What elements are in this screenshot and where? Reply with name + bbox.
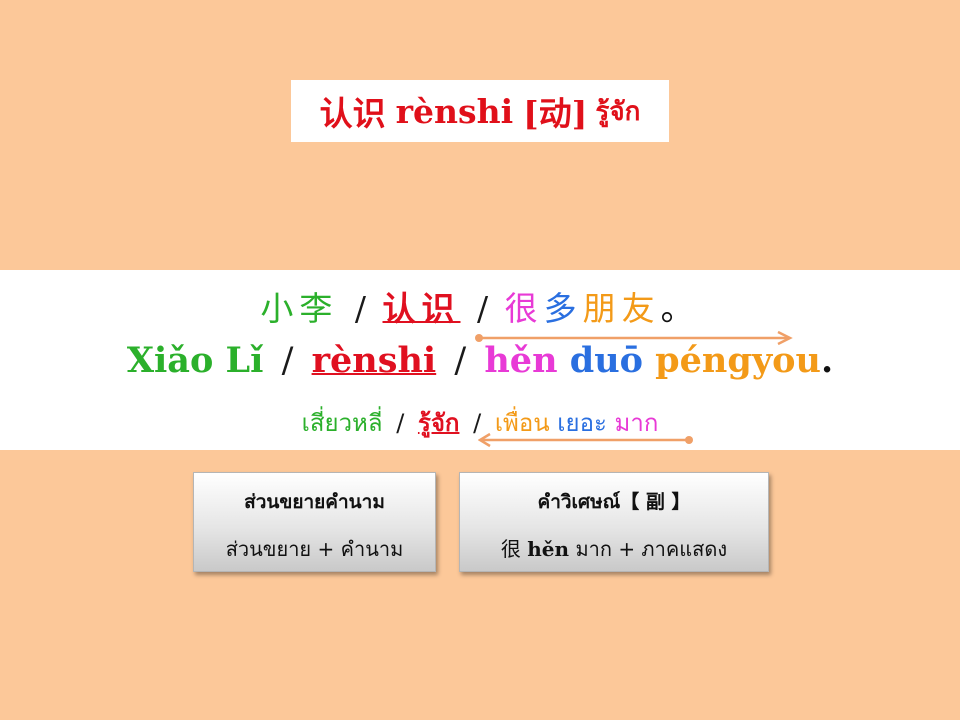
chinese-period: 。 (660, 289, 700, 328)
card-body: ส่วนขยาย + คำนาม (225, 537, 404, 561)
separator: / (396, 409, 405, 437)
card-body-rest: มาก + ภาคแสดง (575, 537, 728, 561)
title-box: 认识 rènshi [动] รู้จัก (291, 80, 669, 142)
chinese-modifier: 多 (543, 289, 583, 328)
card-body-hanzi: 很 (500, 537, 521, 561)
thai-subject: เสี่ยวหลี่ (301, 409, 383, 437)
card-heading: ส่วนขยายคำนาม (244, 491, 385, 513)
chinese-verb: 认识 (382, 289, 461, 328)
noun-modifier-card: ส่วนขยายคำนาม ส่วนขยาย + คำนาม (193, 472, 436, 572)
chinese-noun: 朋友 (582, 289, 661, 328)
separator: / (354, 289, 366, 328)
separator: / (454, 341, 467, 381)
separator: / (477, 289, 489, 328)
pinyin-sentence: Xiǎo Lǐ / rènshi / hěn duō péngyou. (0, 340, 960, 381)
card-body: 很 hěn มาก + ภาคแสดง (460, 533, 768, 565)
title-hanzi: 认识 (319, 94, 386, 133)
chinese-adverb: 很 (504, 289, 544, 328)
pinyin-subject: Xiǎo Lǐ (126, 340, 264, 381)
pinyin-modifier: duō (569, 340, 643, 381)
pinyin-period: . (820, 340, 834, 381)
arrow-end-dot (685, 436, 693, 444)
chinese-subject: 小李 (260, 289, 339, 328)
pinyin-verb: rènshi (311, 340, 437, 381)
pinyin-noun: péngyou (655, 340, 821, 381)
separator: / (281, 341, 294, 381)
chinese-sentence: 小李 / 认识 / 很多朋友。 (0, 282, 960, 330)
adverb-card: คำวิเศษณ์【 副 】 很 hěn มาก + ภาคแสดง (459, 472, 769, 572)
title-part-of-speech: [动] (523, 94, 588, 133)
card-heading: คำวิเศษณ์【 副 】 (537, 491, 691, 513)
pinyin-adverb: hěn (484, 340, 558, 381)
card-body-pinyin: hěn (527, 537, 570, 561)
title-pinyin: rènshi (395, 91, 514, 131)
title-thai: รู้จัก (595, 96, 641, 127)
thai-verb: รู้จัก (417, 409, 460, 437)
left-arrow (478, 432, 693, 448)
